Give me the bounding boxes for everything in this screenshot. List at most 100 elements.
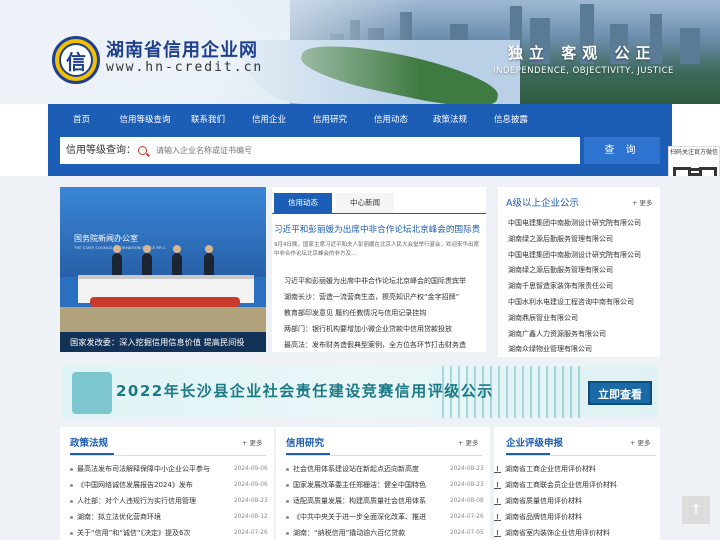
person-figure [172, 245, 182, 275]
nav-item-credit-research[interactable]: 信用研究 [297, 104, 363, 136]
list-item-title: 《中国网络诚信发展报告2024》发布 [77, 481, 193, 489]
list-item[interactable]: 中国电建集团中南勘测设计研究院有限公司 [508, 248, 658, 264]
list-item[interactable]: 湖南千思智造家装饰有限责任公司 [508, 279, 658, 295]
slogan-english: INDEPENDENCE, OBJECTIVITY, JUSTICE [493, 66, 674, 76]
list-item[interactable]: 国家发展改革委主任郑栅洁：健全中国特色 2024-08-23 [286, 477, 484, 493]
bullet-icon [70, 499, 73, 503]
slider-backdrop [60, 187, 266, 277]
logo-glyph: 信 [59, 43, 93, 77]
site-logo[interactable]: 信 [52, 36, 100, 84]
list-item[interactable]: 湖南众绿物业管理有限公司 [508, 342, 658, 358]
list-item[interactable]: 社会信用体系建设站在新起点迈向新高度 2024-08-23 [286, 461, 484, 477]
search-input[interactable] [156, 137, 576, 164]
list-item-title: 适配高质量发展：构建高质量社会信用体系 [293, 497, 426, 505]
more-link[interactable]: + 更多 [630, 437, 651, 447]
more-link[interactable]: + 更多 [242, 437, 263, 447]
nav-item-credit-enterprises[interactable]: 信用企业 [241, 104, 297, 136]
list-item[interactable]: 中国水利水电建设工程咨询中南有限公司 [508, 295, 658, 311]
nav-item-credit-news[interactable]: 信用动态 [363, 104, 419, 136]
list-item[interactable]: 湖南广鑫人力资源服务有限公司 [508, 327, 658, 343]
site-title: 湖南省信用企业网 [106, 40, 258, 61]
search-icon [138, 146, 147, 155]
list-item[interactable]: 人社部：对个人违规行为实行信用管理 2024-08-23 [70, 493, 268, 509]
download-icon [494, 529, 501, 537]
list-item-date: 2024-08-23 [234, 498, 268, 504]
list-item[interactable]: 湖南：拟立法优化营商环境 2024-08-12 [70, 509, 268, 525]
more-link[interactable]: + 更多 [632, 197, 653, 207]
search-button[interactable]: 查 询 [584, 137, 660, 164]
nav-item-disclosure[interactable]: 信息披露 [481, 104, 541, 136]
list-item-title: 《中共中央关于进一步全面深化改革、推进 [293, 513, 426, 521]
list-item-date: 2024-07-05 [450, 530, 484, 536]
tab-credit-news[interactable]: 信用动态 [274, 193, 332, 213]
list-item-date: 2024-09-06 [234, 482, 268, 488]
header-banner: 信 湖南省信用企业网 www.hn-credit.cn 独立 客观 公正 IND… [0, 0, 720, 104]
list-item[interactable]: 最高法：发布财务造假典型案例，全方位各环节打击财务造 [284, 337, 484, 353]
a-level-enterprises-panel: A级以上企业公示 + 更多 中国电建集团中南勘测设计研究院有限公司 湖南绿之源后… [498, 187, 660, 357]
list-item[interactable]: 教育部印发意见 履约任教情况与信用记录挂钩 [284, 305, 484, 321]
list-item[interactable]: 湖南省工商企业信用评价材料 [494, 461, 654, 477]
news-list: 习近平和彭丽媛为出席中非合作论坛北京峰会的国际贵宾举 湖南长沙：营造一流营商生态… [284, 273, 484, 353]
promo-illustration [72, 372, 112, 414]
slider-sign-text: 国务院新闻办公室 [74, 234, 138, 243]
panel-title: 企业评级申报 [506, 438, 564, 449]
credit-research-panel: 信用研究 + 更多 社会信用体系建设站在新起点迈向新高度 2024-08-23 国… [276, 427, 490, 540]
list-item-date: 2024-07-26 [234, 530, 268, 536]
nav-item-home[interactable]: 首页 [48, 104, 115, 136]
list-item[interactable]: 湖南省工商联会员企业信用评价材料 [494, 477, 654, 493]
slider-caption[interactable]: 国家发改委：深入挖掘信用信息价值 提高民间投 [60, 332, 266, 352]
panel-rule [506, 455, 656, 456]
list-item[interactable]: 《中国网络诚信发展报告2024》发布 2024-09-06 [70, 477, 268, 493]
list-item[interactable]: 湖南省室内装饰企业信用评价材料 [494, 525, 654, 540]
list-item-date: 2024-08-23 [450, 482, 484, 488]
nav-item-policies[interactable]: 政策法规 [419, 104, 481, 136]
list-item[interactable]: 习近平和彭丽媛为出席中非合作论坛北京峰会的国际贵宾举 [284, 273, 484, 289]
bullet-icon [286, 515, 289, 519]
slider-floor [60, 307, 266, 332]
bullet-icon [286, 531, 289, 535]
news-headline[interactable]: 习近平和彭丽媛为出席中非合作论坛北京峰会的国际贵 [274, 223, 486, 235]
policy-list: 最高法发布司法解释保障中小企业公平参与 2024-09-06 《中国网络诚信发展报… [70, 461, 268, 540]
download-icon [494, 465, 501, 473]
list-item-title: 湖南省工商联会员企业信用评价材料 [505, 481, 617, 489]
list-item[interactable]: 湖南绿之源后勤服务管理有限公司 [508, 263, 658, 279]
list-item-date: 2024-08-12 [234, 514, 268, 520]
list-item-title: 湖南：拟立法优化营商环境 [77, 513, 161, 521]
list-item-title: 湖南省品牌信用评价材料 [505, 513, 582, 521]
list-item[interactable]: 《中共中央关于进一步全面深化改革、推进 2024-07-26 [286, 509, 484, 525]
nav-item-contact-us[interactable]: 联系我们 [175, 104, 241, 136]
news-summary: 9月4日晚，国家主席习近平和夫人彭丽媛在北京人民大会堂举行宴会，欢迎来华出席中非… [274, 242, 480, 257]
bullet-icon [70, 467, 73, 471]
list-item[interactable]: 适配高质量发展：构建高质量社会信用体系 2024-08-08 [286, 493, 484, 509]
list-item[interactable]: 湖南：“纳税信用”撬动逾六百亿贷款 2024-07-05 [286, 525, 484, 540]
list-item[interactable]: 湖南鼎辰管业有限公司 [508, 311, 658, 327]
back-to-top-button[interactable]: ↑ [682, 496, 710, 524]
list-item-title: 关于“信用”和“诚信”《决定》提及6次 [77, 529, 191, 537]
list-item-title: 湖南省质量信用评价材料 [505, 497, 582, 505]
nav-item-credit-rating-query[interactable]: 信用等级查询 [115, 104, 175, 136]
view-now-button[interactable]: 立即查看 [588, 381, 652, 405]
list-item[interactable]: 湖南省品牌信用评价材料 [494, 509, 654, 525]
download-icon [494, 497, 501, 505]
promo-title: 2022年长沙县企业社会责任建设竞赛信用评级公示 [116, 382, 494, 400]
tab-center-news[interactable]: 中心新闻 [336, 193, 394, 213]
list-item[interactable]: 最高法发布司法解释保障中小企业公平参与 2024-09-06 [70, 461, 268, 477]
list-item[interactable]: 湖南省质量信用评价材料 [494, 493, 654, 509]
list-item[interactable]: 中国电建集团中南勘测设计研究院有限公司 [508, 216, 658, 232]
bullet-icon [286, 467, 289, 471]
news-slider[interactable]: 国务院新闻办公室 THE STATE COUNCIL INFORMATION O… [60, 187, 266, 352]
panel-title: A级以上企业公示 [506, 198, 579, 209]
promo-banner[interactable]: 2022年长沙县企业社会责任建设竞赛信用评级公示 立即查看 [62, 366, 658, 418]
more-link[interactable]: + 更多 [458, 437, 479, 447]
list-item-title: 社会信用体系建设站在新起点迈向新高度 [293, 465, 419, 473]
list-item[interactable]: 两部门：银行机构要增加小微企业贷款中信用贷款投放 [284, 321, 484, 337]
search-bar: 信用等级查询： [60, 137, 580, 164]
nav-search-box: 首页 信用等级查询 联系我们 信用企业 信用研究 信用动态 政策法规 信息披露 … [48, 104, 672, 176]
list-item[interactable]: 湖南长沙：营造一流营商生态，擦亮知识产权“金字招牌” [284, 289, 484, 305]
person-figure [112, 245, 122, 275]
slogan: 独立 客观 公正 [508, 44, 657, 62]
list-item[interactable]: 湖南绿之源后勤服务管理有限公司 [508, 232, 658, 248]
main-nav: 首页 信用等级查询 联系我们 信用企业 信用研究 信用动态 政策法规 信息披露 [48, 104, 672, 136]
list-item[interactable]: 关于“信用”和“诚信”《决定》提及6次 2024-07-26 [70, 525, 268, 540]
list-item-title: 人社部：对个人违规行为实行信用管理 [77, 497, 196, 505]
